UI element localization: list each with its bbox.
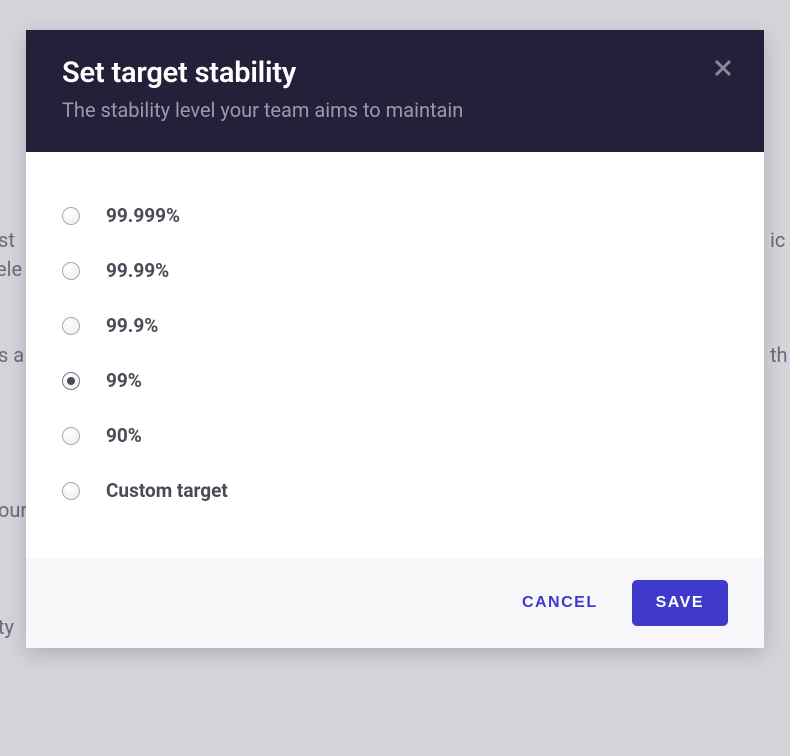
- background-text: th: [770, 340, 788, 370]
- close-icon: [714, 59, 732, 80]
- radio-icon: [62, 372, 80, 390]
- background-text: our: [0, 495, 27, 525]
- modal-subtitle: The stability level your team aims to ma…: [62, 98, 728, 122]
- modal-header: Set target stability The stability level…: [26, 30, 764, 152]
- stability-option-label: 99%: [106, 369, 142, 392]
- background-text: ele: [0, 254, 22, 284]
- background-text: ty: [0, 612, 14, 642]
- target-stability-modal: Set target stability The stability level…: [26, 30, 764, 648]
- stability-option-label: Custom target: [106, 479, 228, 502]
- stability-option-label: 99.999%: [106, 204, 180, 227]
- modal-body: 99.999% 99.99% 99.9% 99% 90% Custom target: [26, 152, 764, 558]
- modal-footer: CANCEL SAVE: [26, 558, 764, 648]
- stability-option[interactable]: 90%: [62, 408, 728, 463]
- stability-option-label: 99.99%: [106, 259, 169, 282]
- stability-option[interactable]: 99.9%: [62, 298, 728, 353]
- stability-option[interactable]: 99%: [62, 353, 728, 408]
- close-button[interactable]: [708, 54, 738, 84]
- modal-title: Set target stability: [62, 56, 728, 90]
- background-text: st: [0, 225, 15, 255]
- background-text: s a: [0, 340, 24, 370]
- background-text: ic: [770, 225, 785, 255]
- radio-icon: [62, 207, 80, 225]
- stability-option[interactable]: 99.999%: [62, 188, 728, 243]
- save-button[interactable]: SAVE: [632, 580, 728, 626]
- cancel-button[interactable]: CANCEL: [522, 594, 598, 612]
- radio-icon: [62, 262, 80, 280]
- stability-option-label: 99.9%: [106, 314, 158, 337]
- stability-option[interactable]: Custom target: [62, 463, 728, 518]
- stability-option[interactable]: 99.99%: [62, 243, 728, 298]
- stability-option-label: 90%: [106, 424, 142, 447]
- radio-icon: [62, 427, 80, 445]
- radio-icon: [62, 317, 80, 335]
- radio-icon: [62, 482, 80, 500]
